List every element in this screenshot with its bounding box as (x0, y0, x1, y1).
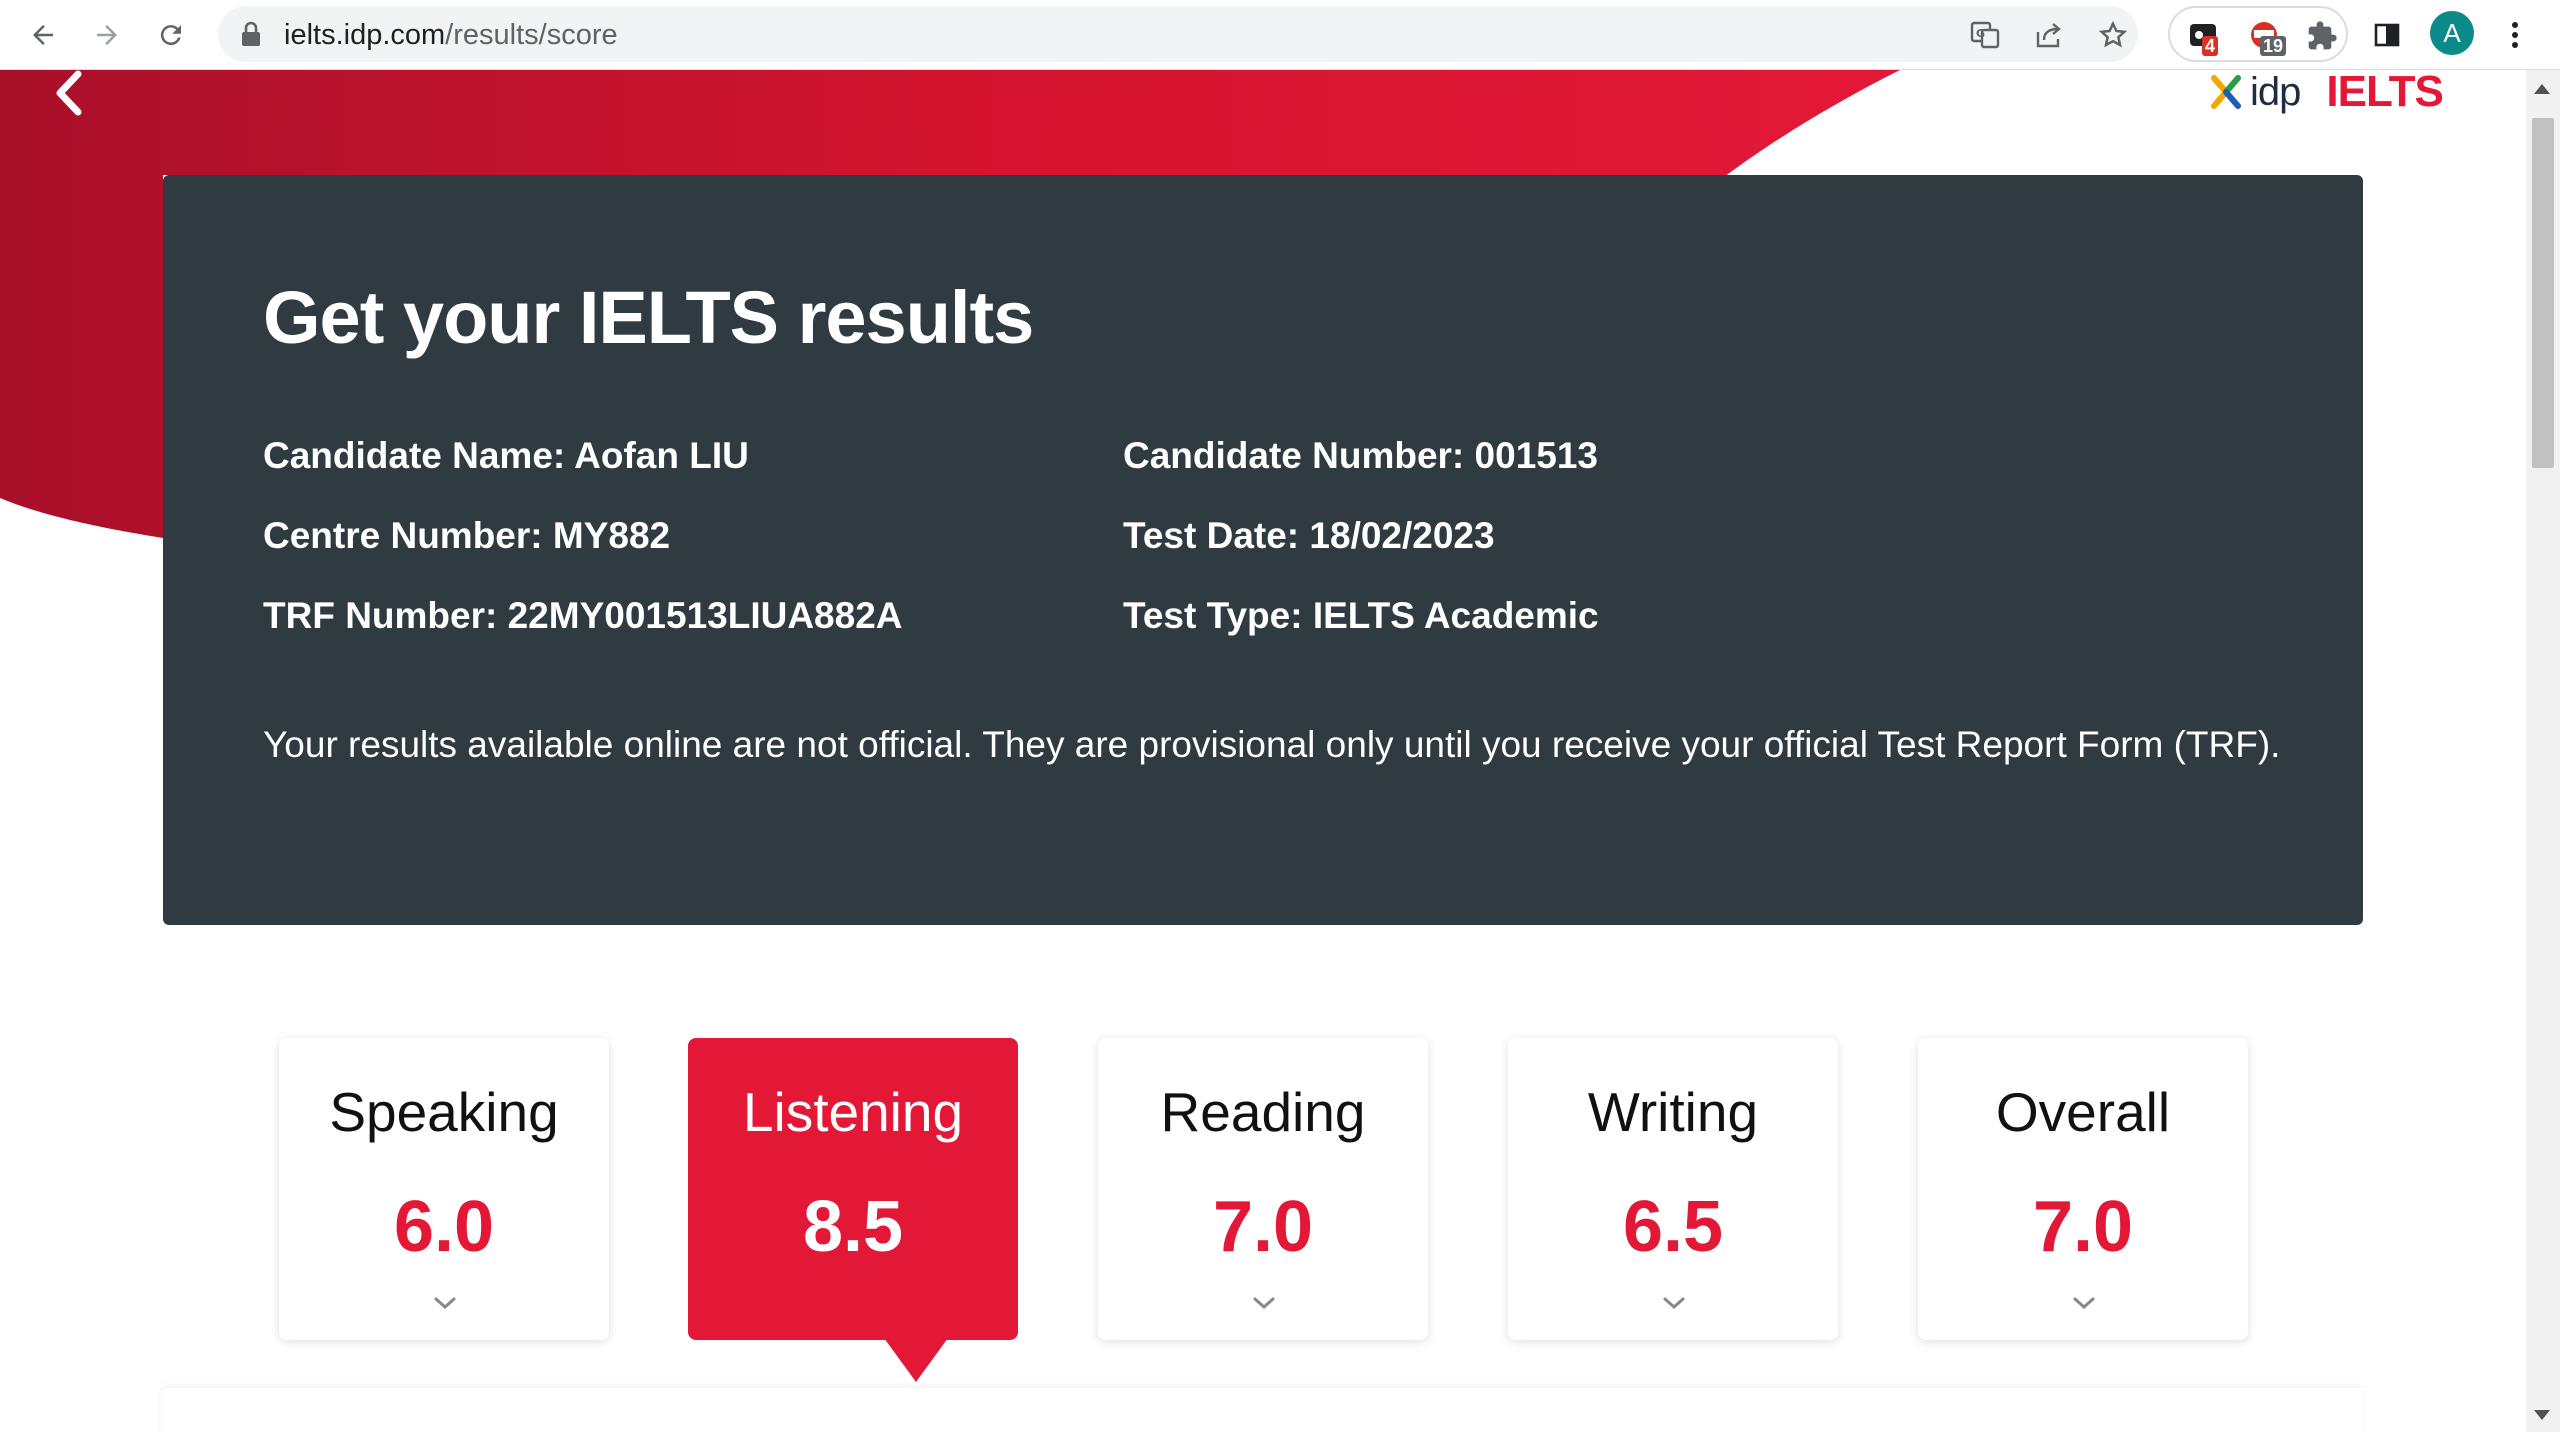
candidate-number: Candidate Number: 001513 (1123, 435, 1599, 476)
puzzle-extensions-icon[interactable] (2306, 20, 2338, 52)
forward-arrow-icon[interactable] (84, 12, 130, 58)
back-chevron-icon[interactable] (52, 70, 84, 121)
chevron-down-icon[interactable] (2072, 1296, 2096, 1310)
score-value: 6.5 (1622, 1187, 1724, 1267)
scroll-up-arrow-icon[interactable] (2534, 84, 2550, 94)
score-detail-panel (163, 1388, 2363, 1432)
url-text[interactable]: ielts.idp.com/results/score (284, 19, 618, 52)
selected-score-pointer (884, 1338, 948, 1382)
score-value: 6.0 (393, 1187, 495, 1267)
score-card-reading[interactable]: Reading 7.0 (1098, 1038, 1428, 1340)
side-panel-icon[interactable] (2364, 12, 2410, 58)
chevron-down-icon[interactable] (433, 1296, 457, 1310)
score-card-writing[interactable]: Writing 6.5 (1508, 1038, 1838, 1340)
score-card-overall[interactable]: Overall 7.0 (1918, 1038, 2248, 1340)
score-value: 8.5 (802, 1187, 904, 1267)
idp-wordmark: idp (2250, 70, 2301, 114)
centre-number: Centre Number: MY882 (263, 515, 671, 556)
page-content: idp IELTS Get your IELTS results Candida… (0, 70, 2526, 1432)
score-label: Listening (742, 1081, 964, 1143)
score-label: Speaking (329, 1081, 559, 1143)
bookmark-star-icon[interactable] (2098, 20, 2128, 50)
idp-ielts-logo[interactable]: idp IELTS (2208, 70, 2444, 116)
extension-1-icon[interactable]: 4 (2188, 20, 2220, 56)
extension-2-icon[interactable]: 19 (2248, 20, 2287, 56)
page-title: Get your IELTS results (263, 276, 1034, 359)
score-card-speaking[interactable]: Speaking 6.0 (279, 1038, 609, 1340)
results-summary-card: Get your IELTS results Candidate Name: A… (163, 175, 2363, 925)
share-icon[interactable] (2034, 20, 2064, 50)
score-value: 7.0 (1212, 1187, 1314, 1267)
score-value: 7.0 (2032, 1187, 2134, 1267)
score-label: Overall (1995, 1081, 2171, 1143)
trf-number: TRF Number: 22MY001513LIUA882A (263, 595, 903, 636)
extensions-group: 4 19 (2168, 6, 2348, 62)
idp-logo-mark-icon (2211, 75, 2241, 109)
ielts-wordmark: IELTS (2326, 70, 2443, 116)
extension-2-badge: 19 (2260, 36, 2287, 56)
test-type: Test Type: IELTS Academic (1123, 595, 1599, 636)
reload-icon[interactable] (148, 12, 194, 58)
lock-icon[interactable] (240, 21, 262, 52)
profile-avatar[interactable]: A (2430, 11, 2474, 55)
extension-1-badge: 4 (2202, 36, 2219, 56)
kebab-menu-icon[interactable] (2492, 12, 2538, 58)
chevron-down-icon[interactable] (1252, 1296, 1276, 1310)
back-arrow-icon[interactable] (20, 12, 66, 58)
scroll-down-arrow-icon[interactable] (2534, 1410, 2550, 1420)
chevron-down-icon[interactable] (1662, 1296, 1686, 1310)
score-label: Reading (1160, 1081, 1366, 1143)
scrollbar-thumb[interactable] (2532, 118, 2554, 468)
score-card-listening[interactable]: Listening 8.5 (688, 1038, 1018, 1340)
test-date: Test Date: 18/02/2023 (1123, 515, 1495, 556)
browser-toolbar: ielts.idp.com/results/score G 4 19 A (0, 0, 2560, 70)
svg-text:G: G (1976, 27, 1985, 40)
address-bar[interactable]: ielts.idp.com/results/score G (218, 6, 2138, 62)
score-label: Writing (1587, 1081, 1759, 1143)
provisional-disclaimer: Your results available online are not of… (263, 724, 2281, 765)
translate-icon[interactable]: G (1970, 20, 2000, 50)
candidate-name: Candidate Name: Aofan LIU (263, 435, 749, 476)
